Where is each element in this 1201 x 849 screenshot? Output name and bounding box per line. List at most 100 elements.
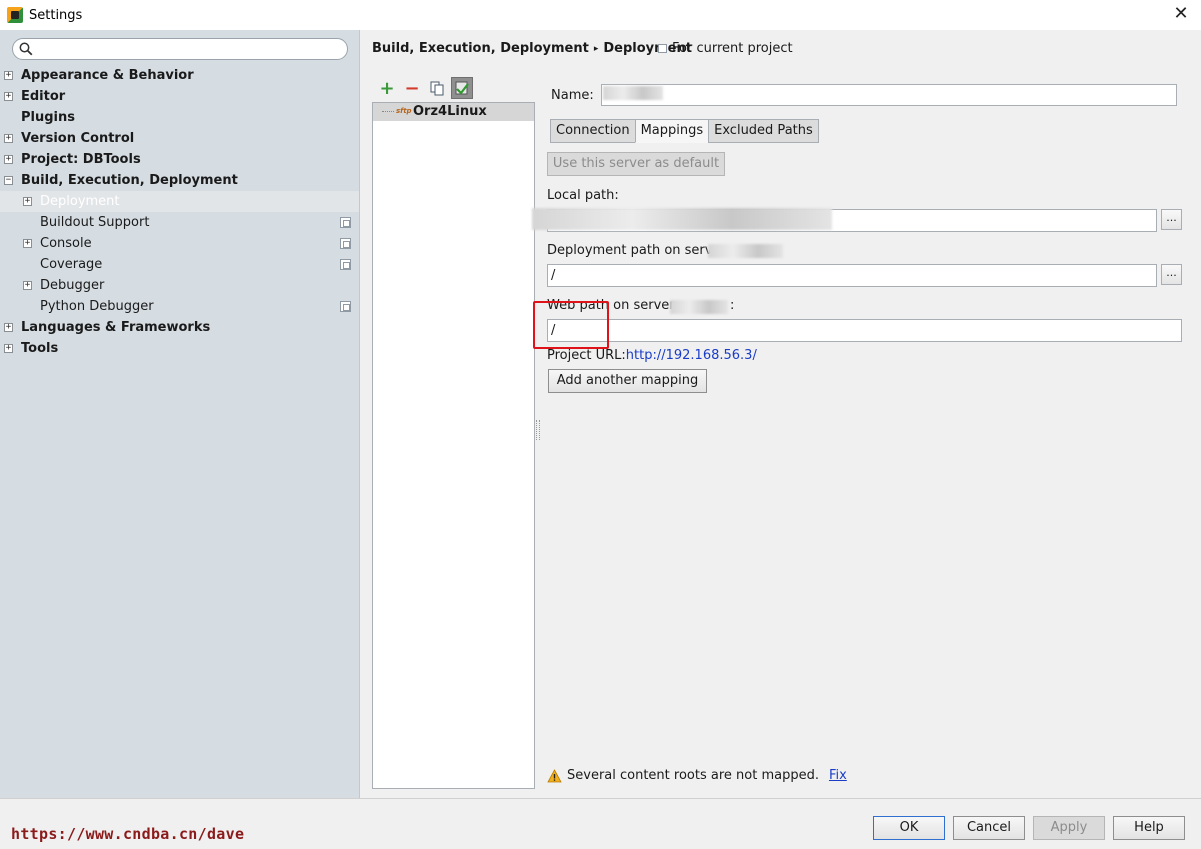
sidebar-item-label: Languages & Frameworks	[21, 320, 211, 335]
web-path-field[interactable]: /	[547, 319, 1182, 342]
deployment-path-label: Deployment path on server	[547, 243, 726, 258]
sidebar-item-project[interactable]: + Project: DBTools	[0, 149, 359, 170]
sidebar-item-label: Plugins	[21, 110, 75, 125]
scope-label: For current project	[672, 41, 793, 56]
redacted-text	[708, 244, 783, 258]
sidebar-item-editor[interactable]: + Editor	[0, 86, 359, 107]
server-name: Orz4Linux	[413, 104, 487, 119]
breadcrumb: Build, Execution, Deployment ▸ Deploymen…	[372, 41, 692, 56]
close-icon[interactable]: ✕	[1171, 4, 1191, 24]
ok-button[interactable]: OK	[873, 816, 945, 840]
server-list-item[interactable]: sftp Orz4Linux	[373, 103, 534, 121]
expand-icon[interactable]: +	[4, 344, 13, 353]
redacted-text	[670, 300, 728, 314]
expand-icon[interactable]: +	[4, 92, 13, 101]
use-as-default-server-button[interactable]: Use this server as default	[547, 152, 725, 176]
sidebar-item-label: Buildout Support	[40, 215, 150, 230]
sidebar-item-plugins[interactable]: Plugins	[0, 107, 359, 128]
add-server-button[interactable]: +	[376, 77, 398, 99]
sidebar-item-label: Deployment	[40, 194, 120, 209]
add-mapping-button[interactable]: Add another mapping	[548, 369, 707, 393]
web-path-suffix: :	[730, 298, 735, 313]
use-as-default-button[interactable]	[451, 77, 473, 99]
redacted-text	[532, 208, 832, 230]
expand-icon[interactable]: +	[23, 197, 32, 206]
sidebar-item-console[interactable]: + Console	[0, 233, 359, 254]
settings-sidebar: + Appearance & Behavior + Editor Plugins…	[0, 30, 360, 798]
sidebar-item-version-control[interactable]: + Version Control	[0, 128, 359, 149]
local-path-label: Local path:	[547, 188, 619, 203]
sidebar-item-label: Build, Execution, Deployment	[21, 173, 238, 188]
settings-search-input[interactable]	[12, 38, 348, 60]
apply-button[interactable]: Apply	[1033, 816, 1105, 840]
project-url-label: Project URL:	[547, 348, 626, 363]
project-url-link[interactable]: http://192.168.56.3/	[626, 348, 757, 363]
server-list[interactable]: sftp Orz4Linux	[372, 102, 535, 789]
scope-indicator: For current project	[658, 41, 793, 56]
watermark-text: https://www.cndba.cn/dave	[11, 825, 245, 843]
copy-icon	[430, 81, 444, 95]
project-scope-icon	[340, 217, 351, 228]
splitter-handle[interactable]	[536, 420, 540, 440]
project-scope-icon	[340, 301, 351, 312]
default-server-check-icon	[455, 81, 469, 95]
remove-server-button[interactable]: −	[401, 77, 423, 99]
tree-connector	[382, 111, 394, 112]
warning-text: Several content roots are not mapped.	[567, 768, 819, 783]
warning-message: Several content roots are not mapped. Fi…	[547, 768, 847, 783]
sidebar-item-label: Console	[40, 236, 92, 251]
sidebar-item-label: Editor	[21, 89, 66, 104]
sidebar-item-debugger[interactable]: + Debugger	[0, 275, 359, 296]
sidebar-item-label: Debugger	[40, 278, 105, 293]
sidebar-item-label: Python Debugger	[40, 299, 154, 314]
expand-icon[interactable]: +	[23, 281, 32, 290]
expand-icon[interactable]: +	[4, 323, 13, 332]
name-label: Name:	[551, 88, 594, 103]
collapse-icon[interactable]: −	[4, 176, 13, 185]
annotation-highlight-box	[533, 301, 609, 349]
expand-icon[interactable]: +	[23, 239, 32, 248]
deployment-path-field[interactable]: /	[547, 264, 1157, 287]
expand-icon[interactable]: +	[4, 155, 13, 164]
sidebar-item-label: Tools	[21, 341, 59, 356]
server-name-field[interactable]	[601, 84, 1177, 106]
breadcrumb-parent[interactable]: Build, Execution, Deployment	[372, 41, 589, 56]
tab-excluded-paths[interactable]: Excluded Paths	[708, 119, 819, 143]
sidebar-item-coverage[interactable]: Coverage	[0, 254, 359, 275]
servers-toolbar: + −	[376, 76, 476, 100]
server-tabs: Connection Mappings Excluded Paths	[550, 119, 819, 143]
browse-deployment-path-button[interactable]: ...	[1161, 264, 1182, 285]
tab-mappings[interactable]: Mappings	[634, 119, 710, 143]
dialog-footer: https://www.cndba.cn/dave OK Cancel Appl…	[0, 798, 1201, 849]
sidebar-item-label: Project: DBTools	[21, 152, 141, 167]
help-button[interactable]: Help	[1113, 816, 1185, 840]
cancel-button[interactable]: Cancel	[953, 816, 1025, 840]
tab-connection[interactable]: Connection	[550, 119, 636, 143]
search-icon	[19, 42, 33, 56]
project-scope-icon	[340, 259, 351, 270]
warning-icon	[547, 768, 562, 782]
settings-content: Build, Execution, Deployment ▸ Deploymen…	[360, 30, 1201, 798]
pycharm-app-icon	[7, 7, 23, 23]
redacted-text	[603, 86, 663, 100]
expand-icon[interactable]: +	[4, 71, 13, 80]
fix-link[interactable]: Fix	[829, 768, 847, 783]
breadcrumb-separator-icon: ▸	[593, 43, 599, 54]
sftp-icon: sftp	[396, 107, 412, 115]
sidebar-item-tools[interactable]: + Tools	[0, 338, 359, 359]
project-url: Project URL:http://192.168.56.3/	[547, 348, 757, 363]
sidebar-item-appearance[interactable]: + Appearance & Behavior	[0, 65, 359, 86]
title-bar: Settings ✕	[0, 0, 1201, 30]
sidebar-item-python-debugger[interactable]: Python Debugger	[0, 296, 359, 317]
window-title: Settings	[29, 7, 83, 23]
expand-icon[interactable]: +	[4, 134, 13, 143]
project-scope-icon	[340, 238, 351, 249]
sidebar-item-deployment[interactable]: + Deployment	[0, 191, 359, 212]
sidebar-item-buildout-support[interactable]: Buildout Support	[0, 212, 359, 233]
sidebar-item-languages-frameworks[interactable]: + Languages & Frameworks	[0, 317, 359, 338]
copy-server-button[interactable]	[426, 77, 448, 99]
sidebar-item-label: Coverage	[40, 257, 103, 272]
browse-local-path-button[interactable]: ...	[1161, 209, 1182, 230]
sidebar-item-build-execution-deployment[interactable]: − Build, Execution, Deployment	[0, 170, 359, 191]
sidebar-item-label: Version Control	[21, 131, 135, 146]
